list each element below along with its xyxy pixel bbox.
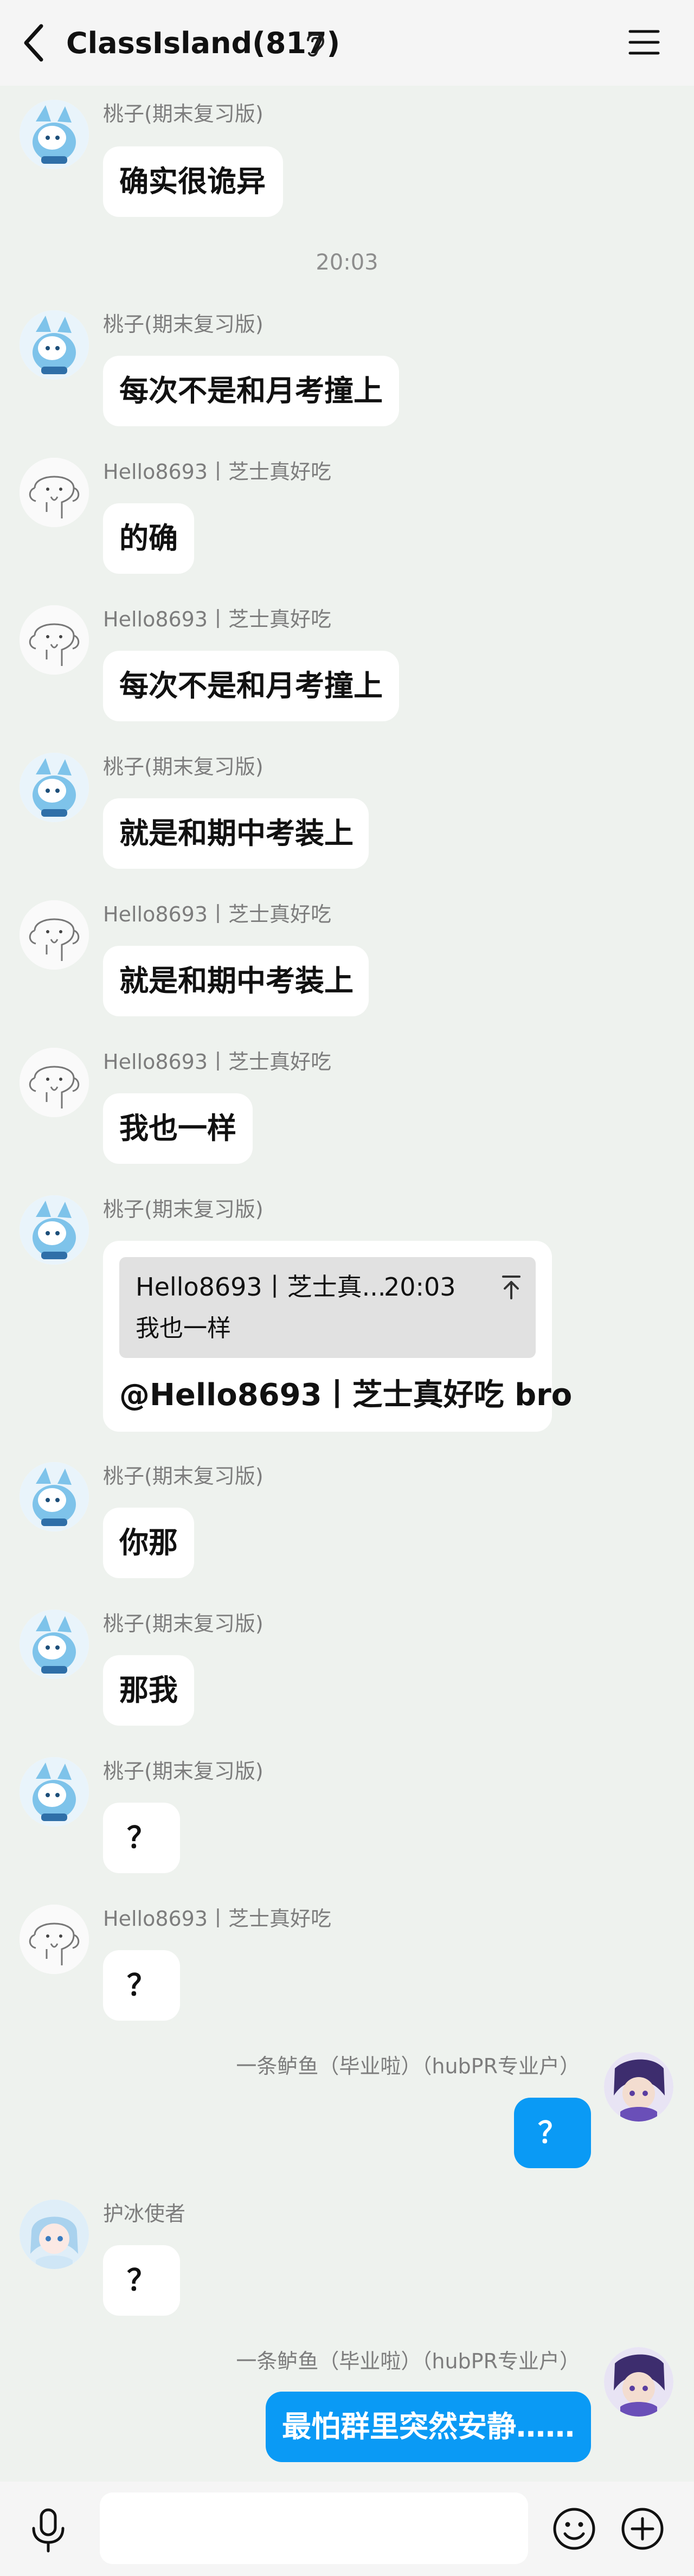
quoted-message[interactable]: Hello8693丨芝士真... 20:03 我也一样	[119, 1257, 536, 1358]
reply-text: @Hello8693丨芝士真好吃 bro	[119, 1377, 573, 1413]
message-bubble[interactable]: ？	[103, 2245, 180, 2316]
time-divider: 20:03	[316, 250, 378, 275]
message-bubble[interactable]: 我也一样	[103, 1093, 253, 1164]
sender-name: Hello8693丨芝士真好吃	[103, 460, 332, 484]
avatar-taozi[interactable]	[20, 1757, 89, 1827]
sender-name: Hello8693丨芝士真好吃	[103, 902, 332, 926]
avatar-hello8693[interactable]	[20, 458, 89, 527]
sender-name: Hello8693丨芝士真好吃	[103, 1907, 332, 1931]
sender-name: 桃子(期末复习版)	[103, 312, 264, 336]
chat-title[interactable]: ClassIsland(817)	[66, 24, 340, 63]
back-arrow-icon[interactable]	[20, 22, 52, 64]
quote-author: Hello8693丨芝士真...	[136, 1272, 386, 1302]
message-bubble[interactable]: 每次不是和月考撞上	[103, 651, 399, 721]
message-bubble[interactable]: 那我	[103, 1655, 194, 1726]
avatar-hubingshizhe[interactable]	[20, 2200, 89, 2269]
avatar-taozi[interactable]	[20, 1195, 89, 1265]
avatar-hello8693[interactable]	[20, 1048, 89, 1117]
sender-name: 桃子(期末复习版)	[103, 755, 264, 779]
input-bar	[0, 2482, 694, 2576]
message-bubble[interactable]: 的确	[103, 503, 194, 574]
avatar-taozi[interactable]	[20, 753, 89, 822]
avatar-taozi[interactable]	[20, 310, 89, 380]
plus-icon[interactable]	[619, 2505, 666, 2552]
message-bubble[interactable]: ？	[103, 1803, 180, 1873]
message-bubble[interactable]: 就是和期中考装上	[103, 946, 369, 1016]
sender-name: 桃子(期末复习版)	[103, 102, 264, 126]
message-input[interactable]	[100, 2492, 528, 2564]
quote-text: 我也一样	[136, 1315, 231, 1342]
sender-name: 桃子(期末复习版)	[103, 1759, 264, 1783]
avatar-taozi[interactable]	[20, 1610, 89, 1679]
avatar-taozi[interactable]	[20, 1462, 89, 1531]
message-bubble[interactable]: ？	[103, 1950, 180, 2021]
chat-header: ClassIsland(817)	[0, 0, 694, 86]
sender-name: Hello8693丨芝士真好吃	[103, 607, 332, 631]
avatar-hello8693[interactable]	[20, 1905, 89, 1974]
sender-name: 一条鲈鱼（毕业啦）（hubPR专业户）	[236, 2349, 580, 2373]
sender-name: 桃子(期末复习版)	[103, 1197, 264, 1221]
quote-time: 20:03	[384, 1272, 456, 1302]
avatar-hello8693[interactable]	[20, 605, 89, 675]
message-bubble[interactable]: 就是和期中考装上	[103, 798, 369, 869]
message-bubble[interactable]: 每次不是和月考撞上	[103, 356, 399, 426]
avatar-self[interactable]	[604, 2347, 673, 2417]
sender-name: 一条鲈鱼（毕业啦）（hubPR专业户）	[236, 2054, 580, 2078]
my-message-bubble[interactable]: 最怕群里突然安静……	[266, 2392, 591, 2462]
message-bubble[interactable]: 你那	[103, 1508, 194, 1578]
ear-icon	[307, 33, 325, 57]
emoji-icon[interactable]	[551, 2505, 597, 2552]
microphone-icon[interactable]	[27, 2508, 69, 2553]
avatar-taozi[interactable]	[20, 100, 89, 169]
sender-name: 护冰使者	[103, 2202, 186, 2226]
reply-message-bubble[interactable]: Hello8693丨芝士真... 20:03 我也一样 @Hello8693丨芝…	[103, 1241, 572, 1432]
jump-to-top-icon[interactable]	[499, 1273, 524, 1302]
avatar-hello8693[interactable]	[20, 900, 89, 970]
message-bubble[interactable]: 确实很诡异	[103, 146, 283, 217]
menu-icon[interactable]	[628, 27, 660, 57]
sender-name: 桃子(期末复习版)	[103, 1464, 264, 1488]
sender-name: 桃子(期末复习版)	[103, 1612, 264, 1636]
avatar-self[interactable]	[604, 2052, 673, 2122]
sender-name: Hello8693丨芝士真好吃	[103, 1050, 332, 1074]
my-message-bubble[interactable]: ？	[514, 2098, 591, 2168]
